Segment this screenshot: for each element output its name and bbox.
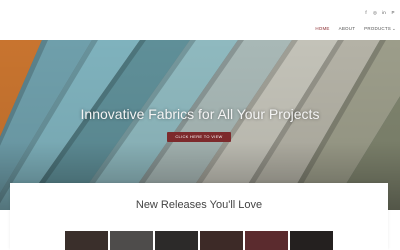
- nav-item-products[interactable]: PRODUCTS⌄: [364, 26, 396, 32]
- linkedin-icon[interactable]: in: [381, 10, 387, 16]
- main-nav: HOME ABOUT PRODUCTS⌄: [315, 26, 396, 32]
- swatch-row: [65, 231, 333, 250]
- chevron-down-icon: ⌄: [392, 26, 396, 31]
- fabric-swatch[interactable]: [65, 231, 108, 250]
- fabric-swatch[interactable]: [290, 231, 333, 250]
- new-releases-title: New Releases You'll Love: [135, 199, 263, 211]
- fabric-swatch[interactable]: [245, 231, 288, 250]
- instagram-icon[interactable]: ◎: [372, 10, 378, 16]
- nav-item-about[interactable]: ABOUT: [339, 26, 356, 32]
- nav-item-home[interactable]: HOME: [315, 26, 329, 32]
- pinterest-icon[interactable]: P: [390, 10, 396, 16]
- new-releases-section: New Releases You'll Love: [10, 183, 388, 250]
- nav-item-products-label: PRODUCTS: [364, 26, 392, 31]
- fabric-swatch[interactable]: [155, 231, 198, 250]
- fabric-swatch[interactable]: [110, 231, 153, 250]
- facebook-icon[interactable]: f: [363, 10, 369, 16]
- click-here-to-view-button[interactable]: CLICK HERE TO VIEW: [167, 132, 231, 142]
- social-links: f ◎ in P: [363, 10, 396, 16]
- fabric-swatch[interactable]: [200, 231, 243, 250]
- hero-title: Innovative Fabrics for All Your Projects: [80, 106, 320, 122]
- site-header: f ◎ in P HOME ABOUT PRODUCTS⌄: [0, 0, 400, 40]
